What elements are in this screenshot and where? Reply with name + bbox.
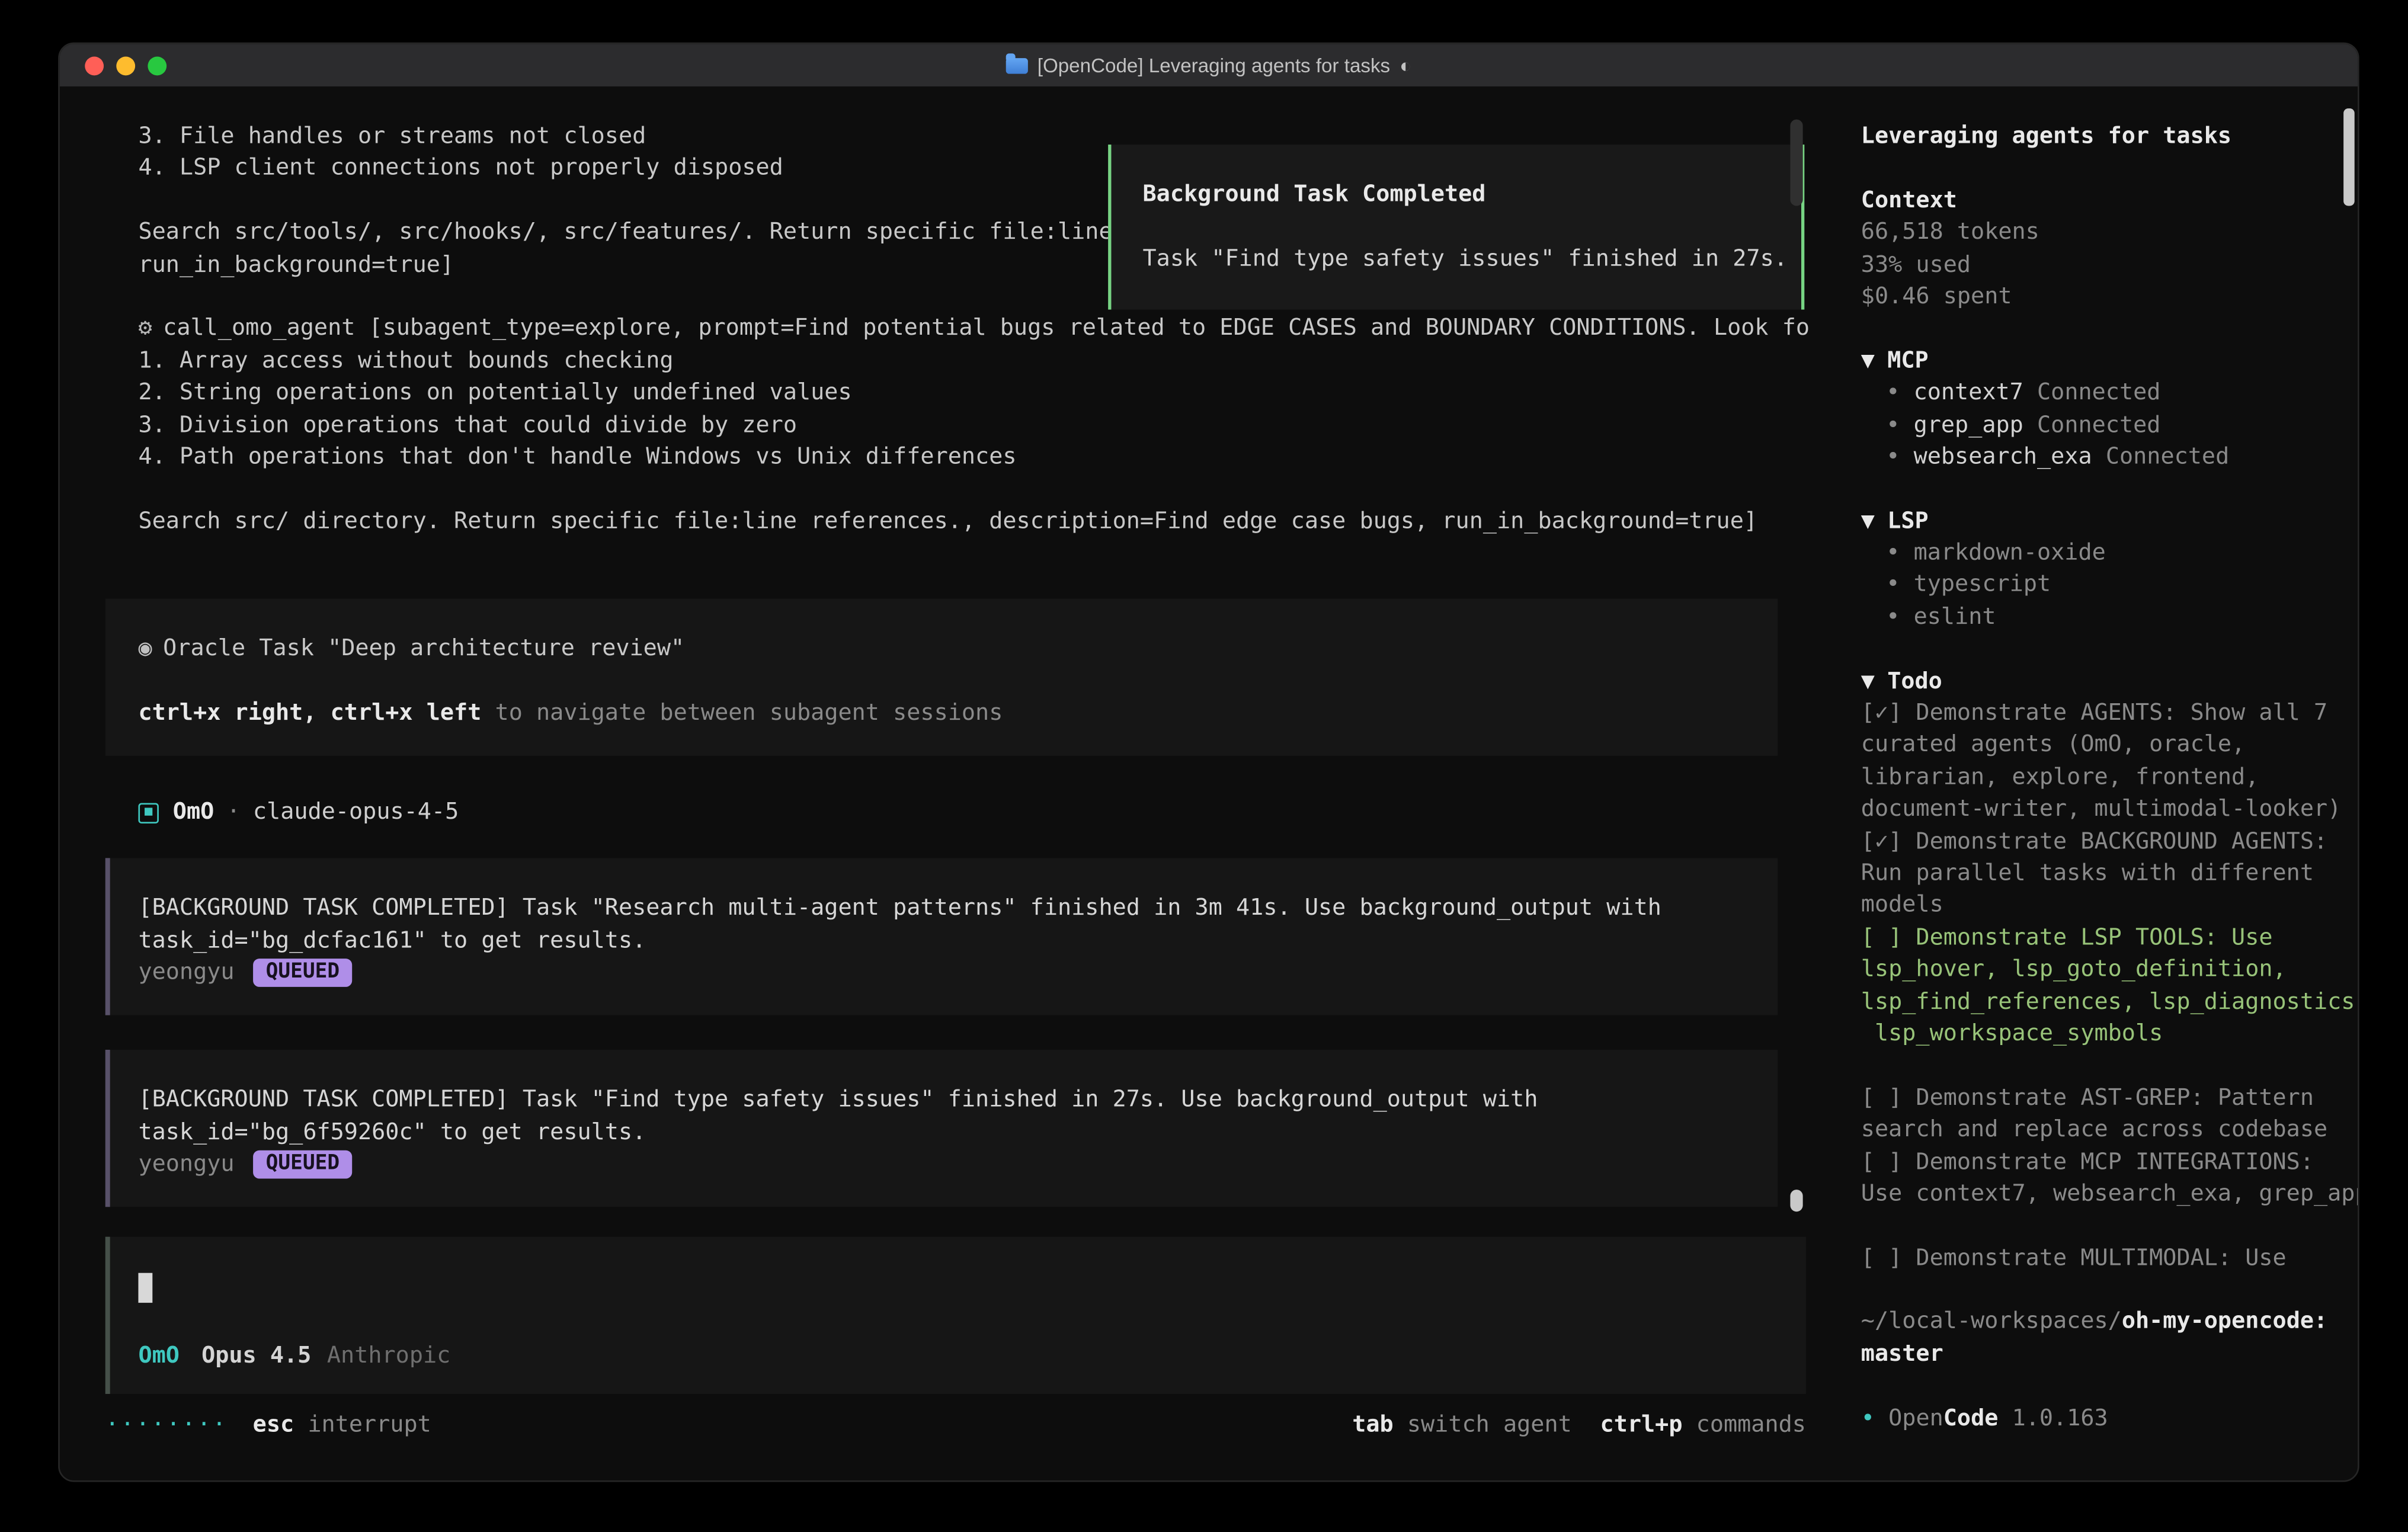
terminal-main-pane: 3. File handles or streams not closed4. … <box>60 86 1809 1482</box>
session-title: Leveraging agents for tasks <box>1861 121 2342 153</box>
status-left: ········ esc interrupt <box>105 1412 431 1437</box>
main-scrollbar-thumb-bottom[interactable] <box>1790 1190 1802 1212</box>
bullet-icon: • <box>1886 605 1900 630</box>
sidebar-scrollbar-thumb[interactable] <box>2343 108 2355 206</box>
input-agent: OmO <box>138 1344 180 1369</box>
todo-completed-items: [✓] Demonstrate AGENTS: Show all 7curate… <box>1861 698 2342 922</box>
agent-name: OmO <box>173 797 214 829</box>
message-line: task_id="bg_6f59260c" to get results. <box>138 1117 1778 1149</box>
esc-key-hint: esc <box>253 1412 294 1437</box>
terminal-window: [OpenCode] Leveraging agents for tasks ◐… <box>58 43 2359 1482</box>
ctrlp-key-label: commands <box>1696 1412 1806 1437</box>
git-branch: master <box>1861 1339 2342 1371</box>
bullet-icon: • <box>1886 380 1900 405</box>
separator-dot: · <box>227 797 241 829</box>
folder-icon <box>1006 57 1028 73</box>
background-task-message: [BACKGROUND TASK COMPLETED] Task "Resear… <box>105 859 1778 1016</box>
mcp-item-context7: • context7 Connected <box>1861 377 2342 409</box>
agent-checkbox-icon <box>138 803 158 823</box>
main-scrollbar-thumb[interactable] <box>1790 120 1802 206</box>
background-task-toast: Background Task Completed Task "Find typ… <box>1108 145 1804 310</box>
record-icon: ◉ <box>138 637 152 662</box>
tool-call-line: ⚙ call_omo_agent [subagent_type=explore, … <box>138 313 1809 345</box>
queued-badge: QUEUED <box>253 959 352 988</box>
window-title-text: [OpenCode] Leveraging agents for tasks <box>1038 55 1390 76</box>
oracle-task-title: Oracle Task "Deep architecture review" <box>163 637 684 662</box>
queued-badge: QUEUED <box>253 1151 352 1180</box>
message-line: task_id="bg_dcfac161" to get results. <box>138 925 1778 957</box>
version-line: • OpenCode 1.0.163 <box>1861 1403 2342 1435</box>
subagent-nav-hint: ctrl+x right, ctrl+x left to navigate be… <box>138 697 1778 729</box>
todo-pending-items: [ ] Demonstrate MULTIMODAL: Use <box>1861 1242 2342 1274</box>
lsp-item-typescript: • typescript <box>1861 570 2342 602</box>
sidebar: Leveraging agents for tasks Context 66,5… <box>1809 86 2358 1482</box>
status-bar: ········ esc interrupt tab switch agent ct… <box>105 1409 1806 1441</box>
lsp-section-header[interactable]: ▼LSP <box>1861 505 2342 537</box>
mcp-section-header[interactable]: ▼MCP <box>1861 345 2342 377</box>
status-right: tab switch agent ctrl+p commands <box>1352 1412 1806 1437</box>
context-spent: $0.46 spent <box>1861 281 2342 313</box>
workspace-path: ~/local-workspaces/oh-my-opencode: <box>1861 1307 2342 1339</box>
input-provider: Anthropic <box>327 1344 450 1369</box>
context-tokens: 66,518 tokens <box>1861 217 2342 249</box>
status-dot-icon: • <box>1861 1406 1875 1431</box>
chevron-down-icon: ▼ <box>1861 669 1875 694</box>
input-model: Opus 4.5 <box>201 1344 311 1369</box>
bullet-icon: • <box>1886 573 1900 598</box>
tool-call-tail: Search src/ directory. Return specific f… <box>138 505 1809 537</box>
context-heading: Context <box>1861 185 2342 217</box>
ctrlp-key-hint: ctrl+p <box>1600 1412 1683 1437</box>
toast-title: Background Task Completed <box>1143 179 1801 211</box>
titlebar[interactable]: [OpenCode] Leveraging agents for tasks ◐ <box>60 44 2358 86</box>
oracle-task-card[interactable]: ◉Oracle Task "Deep architecture review" … <box>105 599 1778 756</box>
chevron-down-icon: ▼ <box>1861 509 1875 534</box>
session-timer-icon: ◐ <box>1400 55 1411 76</box>
text-cursor <box>138 1274 152 1303</box>
tool-call-prompt-items: 1. Array access without bounds checking2… <box>138 345 1809 473</box>
message-line: [BACKGROUND TASK COMPLETED] Task "Find t… <box>138 1085 1778 1117</box>
window-title: [OpenCode] Leveraging agents for tasks ◐ <box>60 55 2358 76</box>
context-used: 33% used <box>1861 249 2342 281</box>
todo-section-header[interactable]: ▼Todo <box>1861 666 2342 698</box>
screen: [OpenCode] Leveraging agents for tasks ◐… <box>0 0 2408 1532</box>
tool-call-text: call_omo_agent [subagent_type=explore, p… <box>163 316 1809 341</box>
mcp-item-grep-app: • grep_app Connected <box>1861 409 2342 441</box>
agent-header: OmO · claude-opus-4-5 <box>138 797 1809 829</box>
spinner-icon: ········ <box>105 1412 228 1437</box>
bullet-icon: • <box>1886 444 1900 469</box>
mcp-item-websearch-exa: • websearch_exa Connected <box>1861 441 2342 473</box>
message-author: yeongyu <box>138 957 234 989</box>
todo-pending-items: [ ] Demonstrate AST-GREP: Patternsearch … <box>1861 1082 2342 1210</box>
message-author: yeongyu <box>138 1149 234 1181</box>
message-line: [BACKGROUND TASK COMPLETED] Task "Resear… <box>138 893 1778 925</box>
lsp-item-markdown-oxide: • markdown-oxide <box>1861 537 2342 569</box>
tab-key-label: switch agent <box>1407 1412 1572 1437</box>
bullet-icon: • <box>1886 412 1900 437</box>
bullet-icon: • <box>1886 541 1900 566</box>
agent-model: claude-opus-4-5 <box>253 797 459 829</box>
prompt-input[interactable]: OmO Opus 4.5 Anthropic <box>105 1238 1806 1395</box>
tab-key-hint: tab <box>1352 1412 1394 1437</box>
background-task-message: [BACKGROUND TASK COMPLETED] Task "Find t… <box>105 1050 1778 1207</box>
toast-body: Task "Find type safety issues" finished … <box>1143 243 1801 275</box>
esc-key-label: interrupt <box>308 1412 431 1437</box>
lsp-item-eslint: • eslint <box>1861 602 2342 634</box>
chevron-down-icon: ▼ <box>1861 348 1875 373</box>
gear-icon: ⚙ <box>138 316 152 341</box>
todo-active-item: [ ] Demonstrate LSP TOOLS: Uselsp_hover,… <box>1861 922 2342 1050</box>
input-meta: OmO Opus 4.5 Anthropic <box>138 1344 450 1369</box>
